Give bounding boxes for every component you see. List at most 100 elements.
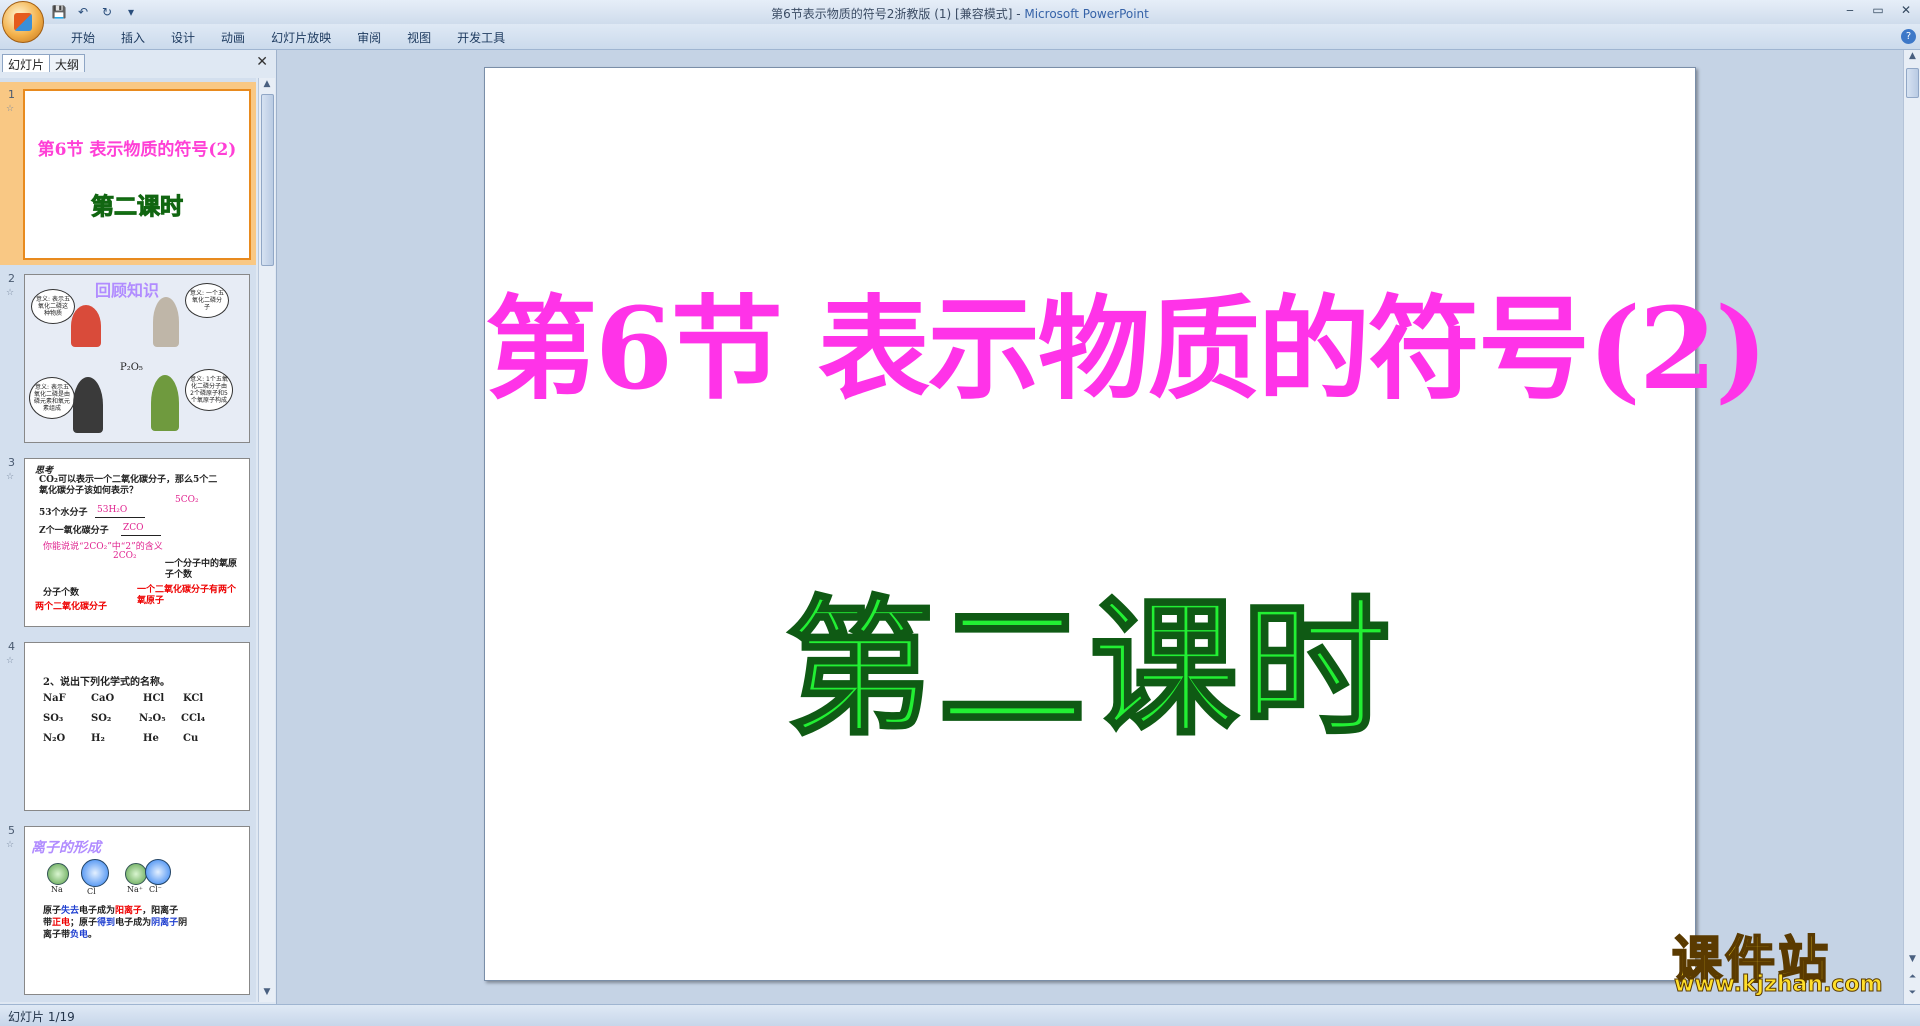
slide-thumbnail-2[interactable]: 2 ☆ 回顾知识 意义: 表示五氧化二磷这种物质 意义: 一个五氧化二磷分子 意… [0, 266, 256, 449]
person-figure [71, 305, 101, 347]
slide-thumbnail-1[interactable]: 1 ☆ 第6节 表示物质的符号(2) 第二课时 [0, 82, 256, 265]
slide-thumbnail-5[interactable]: 5 ☆ 离子的形成 Na Cl Na⁺ Cl⁻ 原子失去电子成为阳离子，阳离子 … [0, 818, 256, 1001]
atom-icon [47, 863, 69, 885]
title-bar: 💾 ↶ ↻ ▾ 第6节表示物质的符号2浙教版 (1) [兼容模式] - Micr… [0, 0, 1920, 43]
slide-canvas: 第6节 表示物质的符号(2) 第二课时 [277, 50, 1901, 1004]
window-controls: ‒ ▭ ✕ [1836, 0, 1920, 20]
formula-cell: H₂ [91, 733, 105, 744]
animation-star-icon: ☆ [6, 472, 15, 482]
tab-home[interactable]: 开始 [58, 29, 108, 46]
thumb-title: 离子的形成 [31, 840, 101, 856]
formula-cell: KCl [183, 693, 204, 704]
animation-star-icon: ☆ [6, 104, 15, 114]
tab-insert[interactable]: 插入 [108, 29, 158, 46]
atom-label: Na [51, 885, 63, 894]
thumb-text: 你能说说“2CO₂”中“2”的含义 [43, 542, 163, 552]
atom-icon [145, 859, 171, 885]
thumb-text: ZCO [123, 523, 144, 533]
slide-counter: 幻灯片 1/19 [8, 1010, 75, 1024]
slide-number: 2 [8, 272, 15, 285]
scroll-down-icon[interactable]: ▼ [259, 987, 275, 1001]
slide-number: 4 [8, 640, 15, 653]
slide-thumbnail-4[interactable]: 4 ☆ 2、说出下列化学式的名称。 NaF CaO HCl KCl SO₃ SO… [0, 634, 256, 817]
thumb-text: 5CO₂ [175, 495, 199, 505]
thumb-text: 一个分子中的氧原子个数 [165, 559, 238, 580]
tab-animation[interactable]: 动画 [208, 29, 258, 46]
formula-label: P₂O₅ [120, 362, 143, 373]
thumb-text: 53个水分子 [39, 508, 88, 518]
tab-design[interactable]: 设计 [158, 29, 208, 46]
scroll-up-icon[interactable]: ▲ [259, 79, 275, 93]
watermark-url: www.kjzhan.com [1674, 972, 1884, 998]
slides-panel: 幻灯片 大纲 ✕ 1 ☆ 第6节 表示物质的符号(2) 第二课时 2 ☆ 回顾知… [0, 50, 277, 1004]
thumb-subtitle: 第二课时 [91, 194, 184, 221]
animation-star-icon: ☆ [6, 656, 15, 666]
thumb-title: 回顾知识 [95, 281, 160, 300]
answer-underline [121, 535, 161, 536]
formula-cell: SO₃ [43, 713, 64, 724]
help-icon[interactable]: ? [1901, 29, 1916, 44]
formula-cell: N₂O [43, 733, 66, 744]
maximize-icon[interactable]: ▭ [1864, 0, 1892, 20]
scroll-up-icon[interactable]: ▲ [1904, 51, 1920, 61]
watermark-logo: 课件站 www.kjzhan.com [1660, 920, 1898, 1000]
animation-star-icon: ☆ [6, 840, 15, 850]
tab-outline[interactable]: 大纲 [49, 54, 86, 72]
slide-number: 3 [8, 456, 15, 469]
person-figure [153, 297, 179, 347]
tab-slideshow[interactable]: 幻灯片放映 [258, 29, 344, 46]
panel-close-icon[interactable]: ✕ [256, 54, 268, 70]
atom-label: Cl [87, 887, 96, 896]
thumb-text: 一个二氧化碳分子有两个氧原子 [137, 585, 237, 606]
formula-cell: NaF [43, 693, 66, 704]
office-button[interactable] [2, 1, 44, 43]
formula-cell: He [143, 733, 159, 744]
current-slide[interactable]: 第6节 表示物质的符号(2) 第二课时 [484, 67, 1768, 981]
tab-review[interactable]: 审阅 [344, 29, 394, 46]
formula-cell: CCl₄ [181, 713, 206, 724]
person-figure [151, 375, 179, 431]
panel-scroll-thumb[interactable] [261, 94, 274, 266]
atom-icon [81, 859, 109, 887]
panel-scrollbar[interactable]: ▲ ▼ [258, 78, 275, 1002]
atom-label: Na⁺ [127, 885, 143, 894]
speech-bubble: 意义: 表示五氧化二磷这种物质 [31, 289, 75, 324]
app-name: Microsoft PowerPoint [1024, 7, 1149, 21]
slide-scrollbar[interactable]: ▲ ▼ ⏶ ⏷ [1903, 50, 1920, 1004]
person-figure [73, 377, 103, 433]
thumb-text: 53H₂O [97, 505, 128, 515]
thumb-text: Z个一氧化碳分子 [39, 526, 109, 536]
tab-slides[interactable]: 幻灯片 [2, 54, 51, 72]
formula-cell: Cu [183, 733, 199, 744]
speech-bubble: 意义: 1个五氧化二磷分子由2个磷原子和5个氧原子构成 [185, 369, 233, 411]
speech-bubble: 意义: 表示五氧化二磷是由磷元素和氧元素组成 [29, 377, 75, 419]
thumb-heading: 2、说出下列化学式的名称。 [43, 677, 170, 688]
thumb-text: 2CO₂ [113, 551, 137, 561]
atom-label: Cl⁻ [149, 885, 162, 894]
scroll-down-icon[interactable]: ▼ [1904, 954, 1920, 964]
slide-title[interactable]: 第6节 表示物质的符号(2) [485, 259, 1768, 421]
minimize-icon[interactable]: ‒ [1836, 0, 1864, 20]
status-bar: 幻灯片 1/19 [0, 1004, 1920, 1026]
thumb-text: CO₂可以表示一个二氧化碳分子，那么5个二氧化碳分子该如何表示？ [39, 475, 218, 496]
animation-star-icon: ☆ [6, 288, 15, 298]
formula-cell: N₂O₅ [139, 713, 166, 724]
next-slide-icon[interactable]: ⏷ [1904, 988, 1920, 998]
thumb-title: 第6节 表示物质的符号(2) [37, 140, 237, 160]
atom-icon [125, 863, 147, 885]
tab-developer[interactable]: 开发工具 [444, 29, 518, 46]
speech-bubble: 意义: 一个五氧化二磷分子 [185, 283, 229, 318]
previous-slide-icon[interactable]: ⏶ [1904, 972, 1920, 982]
ribbon-tabs: 开始 插入 设计 动画 幻灯片放映 审阅 视图 开发工具 ? [0, 24, 1920, 50]
tab-view[interactable]: 视图 [394, 29, 444, 46]
formula-cell: CaO [91, 693, 115, 704]
thumb-text: 分子个数 [43, 588, 80, 598]
slide-thumbnail-3[interactable]: 3 ☆ 思考 CO₂可以表示一个二氧化碳分子，那么5个二氧化碳分子该如何表示？ … [0, 450, 256, 633]
thumb-text: 两个二氧化碳分子 [35, 602, 108, 612]
close-icon[interactable]: ✕ [1892, 0, 1920, 20]
slide-number: 1 [8, 88, 15, 101]
office-logo-icon [14, 13, 32, 31]
slide-scroll-thumb[interactable] [1906, 68, 1919, 98]
slide-subtitle[interactable]: 第二课时 [485, 548, 1695, 763]
slide-number: 5 [8, 824, 15, 837]
